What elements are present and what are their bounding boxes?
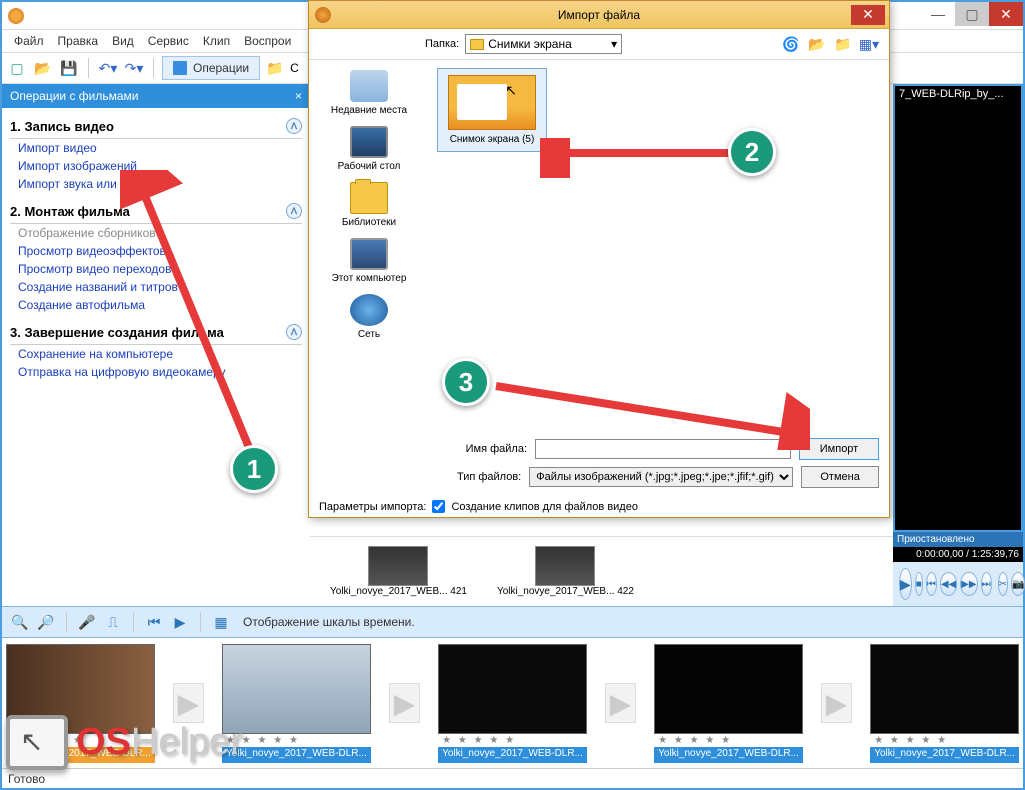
menu-tools[interactable]: Сервис <box>142 32 195 50</box>
separator <box>153 58 154 78</box>
minimize-button[interactable]: — <box>921 2 955 26</box>
dialog-toolbar: Папка: Снимки экрана ▾ 🌀 📂 📁 ▦▾ <box>309 29 889 59</box>
clip-thumbnail <box>368 546 428 586</box>
folder-dropdown[interactable]: Снимки экрана ▾ <box>465 34 622 54</box>
zoom-in-icon[interactable]: 🔍 <box>10 612 30 632</box>
cancel-button[interactable]: Отмена <box>801 466 879 488</box>
close-button[interactable]: ✕ <box>989 2 1023 26</box>
maximize-button[interactable]: ▢ <box>955 2 989 26</box>
transition-placeholder[interactable]: ▶ <box>389 683 420 723</box>
task-pane-header: Операции с фильмами × <box>2 84 310 108</box>
mic-icon[interactable]: 🎤 <box>77 612 97 632</box>
file-list[interactable]: ↖ Снимок экрана (5) <box>429 60 889 430</box>
places-bar: Недавние места Рабочий стол Библиотеки Э… <box>309 60 429 430</box>
step-marker-1: 1 <box>230 445 278 493</box>
up-icon[interactable]: 📂 <box>807 34 827 54</box>
filetype-label: Тип файлов: <box>434 471 521 483</box>
new-icon[interactable]: ▢ <box>6 57 28 79</box>
separator <box>88 58 89 78</box>
preview-time: 0:00:00,00 / 1:25:39,76 <box>893 547 1023 562</box>
arrow-1 <box>120 170 280 460</box>
rewind-icon[interactable]: ◀◀ <box>940 572 957 596</box>
operations-icon <box>173 61 187 75</box>
open-icon[interactable]: 📂 <box>32 57 54 79</box>
dialog-titlebar: Импорт файла ✕ <box>309 1 889 29</box>
task-pane-close-icon[interactable]: × <box>295 89 302 103</box>
operations-button[interactable]: Операции <box>162 56 260 80</box>
rewind-icon[interactable]: ⏮ <box>144 612 164 632</box>
step-marker-3: 3 <box>442 358 490 406</box>
preview-panel: 7_WEB-DLRip_by_... Приостановлено 0:00:0… <box>893 84 1023 606</box>
timeline-view-icon[interactable]: ▦ <box>211 612 231 632</box>
arrow-3 <box>490 380 810 450</box>
section-capture: 1. Запись видео ᐱ <box>10 114 302 139</box>
play-icon[interactable]: ▶ <box>170 612 190 632</box>
chevron-up-icon[interactable]: ᐱ <box>286 203 302 219</box>
snapshot-icon[interactable]: 📷 <box>1011 572 1025 596</box>
folder-label: Папка: <box>425 38 459 50</box>
zoom-out-icon[interactable]: 🔎 <box>36 612 56 632</box>
storyboard-clip[interactable]: ★ ★ ★ ★ ★ Yolki_novye_2017_WEB-DLR... <box>222 644 371 763</box>
storyboard-clip[interactable]: ★ ★ ★ ★ ★ Yolki_novye_2017_WEB-DLR... <box>870 644 1019 763</box>
prev-icon[interactable]: ⏮ <box>926 572 937 596</box>
collection-item[interactable]: Yolki_novye_2017_WEB... 422 <box>497 546 634 597</box>
menu-play[interactable]: Воспрои <box>238 32 297 50</box>
storyboard-clip[interactable]: ★ ★ ★ ★ ★ Yolki_novye_2017_WEB-DLR... <box>438 644 587 763</box>
collection-row: Yolki_novye_2017_WEB... 421 Yolki_novye_… <box>310 536 893 606</box>
next-icon[interactable]: ⏭ <box>981 572 992 596</box>
cursor-icon: ↖ <box>505 82 517 99</box>
file-item-selected[interactable]: ↖ Снимок экрана (5) <box>437 68 547 152</box>
preview-controls: ▶ ■ ⏮ ◀◀ ▶▶ ⏭ ✂ 📷 <box>893 562 1023 606</box>
menu-edit[interactable]: Правка <box>52 32 105 50</box>
collection-item[interactable]: Yolki_novye_2017_WEB... 421 <box>330 546 467 597</box>
views-icon[interactable]: ▦▾ <box>859 34 879 54</box>
play-icon[interactable]: ▶ <box>899 568 912 600</box>
transition-placeholder[interactable]: ▶ <box>605 683 636 723</box>
timeline-label: Отображение шкалы времени. <box>243 615 415 629</box>
step-marker-2: 2 <box>728 128 776 176</box>
back-icon[interactable]: 🌀 <box>781 34 801 54</box>
menu-file[interactable]: Файл <box>8 32 50 50</box>
import-options: Параметры импорта: Создание клипов для ф… <box>309 496 889 517</box>
arrow-2 <box>540 138 740 178</box>
split-icon[interactable]: ✂ <box>998 572 1008 596</box>
statusbar: Готово <box>2 768 1023 788</box>
stop-icon[interactable]: ■ <box>915 572 923 596</box>
preview-clip-name: 7_WEB-DLRip_by_... <box>895 86 1008 102</box>
dialog-title: Импорт файла <box>309 8 889 22</box>
collections-label: С <box>290 61 299 75</box>
menu-view[interactable]: Вид <box>106 32 140 50</box>
file-thumbnail: ↖ <box>448 75 536 130</box>
menu-clip[interactable]: Клип <box>197 32 236 50</box>
preview-video[interactable]: 7_WEB-DLRip_by_... <box>895 86 1021 530</box>
folder-icon <box>470 39 484 50</box>
storyboard-clip[interactable]: ★ ★ ★ ★ ★ Yolki_novye_2017_WEB-DLR... <box>654 644 803 763</box>
new-folder-icon[interactable]: 📁 <box>833 34 853 54</box>
filetype-select[interactable]: Файлы изображений (*.jpg;*.jpeg;*.jpe;*.… <box>529 467 793 487</box>
redo-icon[interactable]: ↷▾ <box>123 57 145 79</box>
undo-icon[interactable]: ↶▾ <box>97 57 119 79</box>
collections-icon[interactable]: 📁 <box>264 57 286 79</box>
levels-icon[interactable]: ⎍ <box>103 612 123 632</box>
save-icon[interactable]: 💾 <box>58 57 80 79</box>
chevron-up-icon[interactable]: ᐱ <box>286 324 302 340</box>
clip-thumbnail <box>535 546 595 586</box>
watermark-icon <box>6 715 68 770</box>
window-controls: — ▢ ✕ <box>921 2 1023 26</box>
preview-status: Приостановлено <box>893 532 1023 547</box>
timeline-toolbar: 🔍 🔎 🎤 ⎍ ⏮ ▶ ▦ Отображение шкалы времени. <box>2 606 1023 638</box>
place-desktop[interactable]: Рабочий стол <box>338 126 401 172</box>
create-clips-checkbox[interactable] <box>432 500 445 513</box>
transition-placeholder[interactable]: ▶ <box>821 683 852 723</box>
link-import-video[interactable]: Импорт видео <box>10 139 302 157</box>
place-recent[interactable]: Недавние места <box>331 70 407 116</box>
place-computer[interactable]: Этот компьютер <box>332 238 407 284</box>
import-button[interactable]: Импорт <box>799 438 879 460</box>
place-network[interactable]: Сеть <box>350 294 388 340</box>
watermark: OS Helper <box>6 715 243 770</box>
chevron-up-icon[interactable]: ᐱ <box>286 118 302 134</box>
forward-icon[interactable]: ▶▶ <box>960 572 977 596</box>
place-libraries[interactable]: Библиотеки <box>342 182 396 228</box>
